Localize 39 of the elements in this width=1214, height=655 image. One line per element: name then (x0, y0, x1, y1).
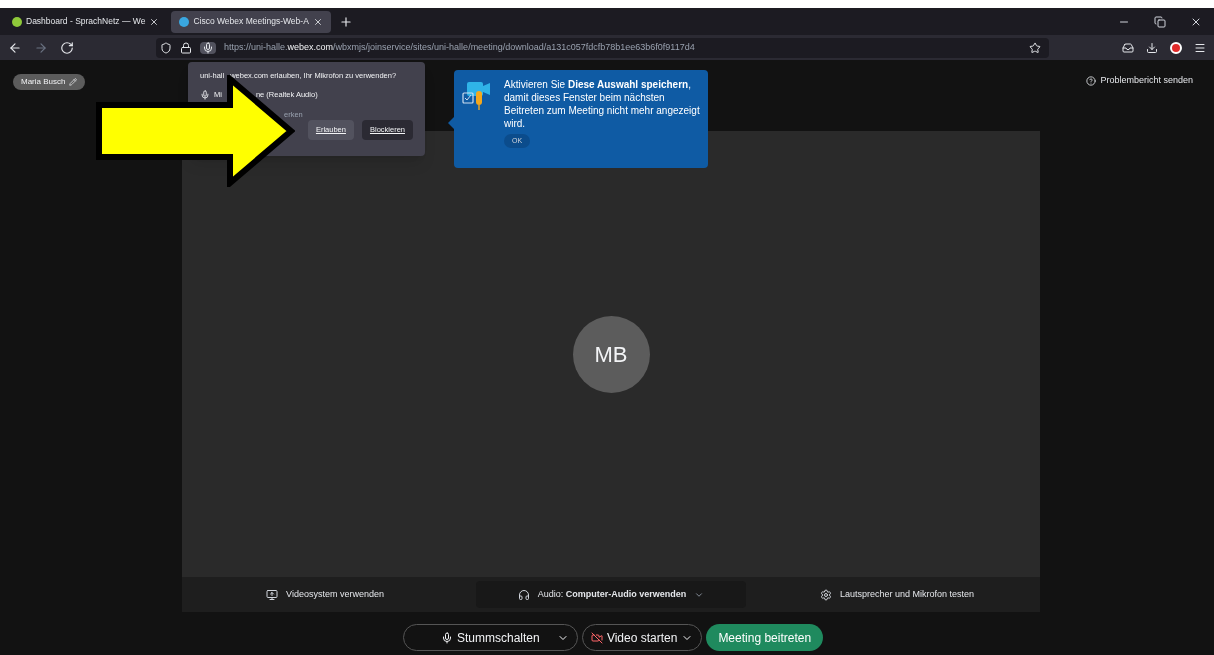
shield-icon (160, 41, 172, 54)
report-problem-link[interactable]: Problembericht senden (1086, 74, 1193, 88)
webex-favicon (179, 16, 190, 27)
url-text: https://uni-halle.webex.com/wbxmjs/joinservice/sites/uni-halle/meeting/download/a131c057fdcfb78b1ee63b6f0f9117d4 (224, 40, 695, 54)
download-icon[interactable] (1146, 41, 1158, 54)
lock-icon (180, 41, 192, 54)
pocket-icon[interactable] (1122, 41, 1134, 54)
tab-title: Cisco Webex Meetings-Web-A (193, 15, 309, 28)
back-icon[interactable] (8, 40, 22, 55)
microphone-icon (200, 89, 210, 100)
new-tab-icon[interactable] (338, 14, 353, 29)
bookmark-star-icon[interactable] (1029, 41, 1041, 54)
microphone-permission-icon[interactable] (200, 41, 216, 54)
audio-selector[interactable]: Audio: Computer-Audio verwenden (476, 581, 746, 608)
forward-icon[interactable] (34, 40, 48, 55)
extension-icon[interactable] (1170, 41, 1182, 54)
close-icon[interactable] (312, 16, 323, 27)
video-system-button[interactable]: Videosystem verwenden (190, 581, 460, 608)
address-bar[interactable]: https://uni-halle.webex.com/wbxmjs/joinservice/sites/uni-halle/meeting/download/a131c057fdcfb78b1ee63b6f0f9117d4 (156, 37, 1049, 58)
headphones-icon (517, 588, 530, 601)
reload-icon[interactable] (60, 40, 74, 55)
microphone-icon (441, 631, 453, 644)
test-audio-button[interactable]: Lautsprecher und Mikrofon testen (762, 581, 1032, 608)
help-icon (1086, 75, 1097, 86)
close-icon[interactable] (149, 16, 160, 27)
tab-title: Dashboard - SprachNetz — We (26, 15, 146, 28)
gear-icon (819, 588, 832, 601)
tip-text: Aktivieren Sie Diese Auswahl speichern, damit dieses Fenster beim nächsten Beitreten zum Meeting nicht mehr angezeigt wird. (504, 78, 700, 130)
menu-icon[interactable] (1194, 41, 1206, 54)
site-favicon (12, 16, 22, 27)
restore-icon[interactable] (1154, 15, 1166, 28)
avatar: MB (572, 315, 650, 393)
pencil-icon (69, 78, 78, 86)
monitor-icon (266, 588, 279, 601)
browser-tab[interactable]: Cisco Webex Meetings-Web-A (171, 10, 331, 33)
join-meeting-button[interactable]: Meeting beitreten (706, 624, 824, 651)
user-name-pill[interactable]: Maria Busch (13, 74, 86, 90)
browser-tab[interactable]: Dashboard - SprachNetz — We (4, 10, 168, 33)
video-off-icon (590, 631, 603, 644)
